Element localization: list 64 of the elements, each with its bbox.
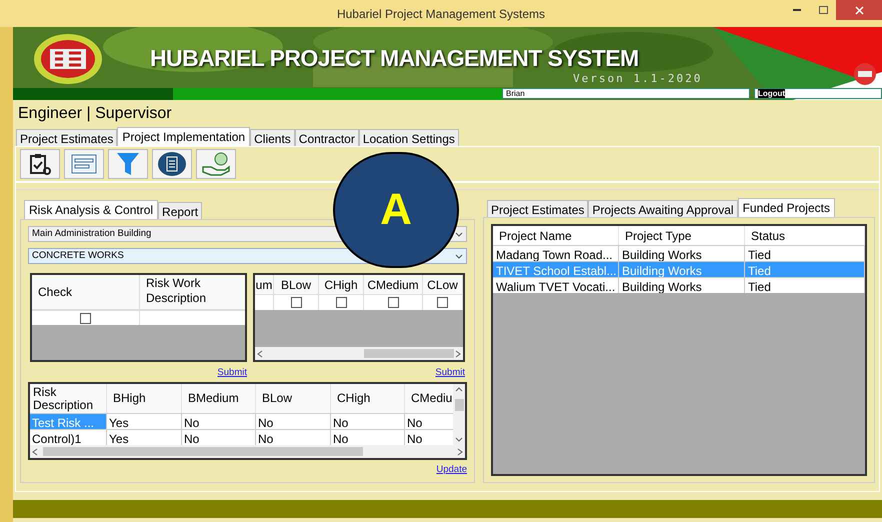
chevron-down-icon[interactable] [455, 232, 463, 236]
table-cell: Test Risk ... [30, 414, 107, 430]
scroll-left-icon[interactable] [32, 448, 38, 456]
scroll-up-icon[interactable] [455, 386, 463, 392]
chevron-down-icon[interactable] [455, 254, 463, 258]
clipboard-icon [28, 152, 52, 176]
column-header: BMedium [182, 384, 256, 414]
close-icon [854, 6, 864, 14]
table-row[interactable]: Test Risk ... Yes No No No No [30, 413, 453, 430]
table-cell: No [256, 414, 331, 430]
table-cell: No [182, 414, 256, 430]
table-cell: No [331, 414, 405, 430]
column-header: BLow [256, 384, 331, 414]
toolbar-button[interactable] [152, 149, 192, 179]
table-cell: Tied [745, 278, 865, 293]
tab[interactable]: Risk Analysis & Control [24, 200, 158, 219]
vertical-scrollbar[interactable] [453, 384, 465, 446]
money-hand-icon [201, 151, 231, 177]
scroll-down-icon[interactable] [455, 437, 463, 444]
user-field[interactable]: Brian [502, 88, 750, 99]
tab[interactable]: Report [158, 202, 202, 219]
scroll-right-icon[interactable] [457, 448, 463, 456]
minimize-icon [793, 8, 801, 12]
scroll-right-icon[interactable] [455, 350, 461, 358]
scroll-left-icon[interactable] [257, 350, 263, 358]
submit-link[interactable]: Submit [217, 366, 247, 380]
column-header: CHigh [331, 384, 405, 414]
role-label: Engineer | Supervisor [18, 104, 172, 124]
column-header: Risk Work Description [145, 275, 208, 307]
table-cell: Yes [107, 414, 182, 430]
table-cell: Walium TVET Vocati... [493, 278, 619, 293]
column-header: BHigh [107, 384, 182, 414]
banner-title: HUBARIEL PROJECT MANAGEMENT SYSTEM [150, 47, 639, 70]
tab[interactable]: Contractor [294, 129, 359, 146]
horizontal-scrollbar[interactable] [30, 445, 465, 458]
tab[interactable]: Project Estimates [16, 129, 118, 146]
tab[interactable]: Funded Projects [738, 198, 835, 217]
toolbar-button[interactable] [20, 149, 60, 179]
filter-icon [115, 151, 141, 177]
scroll-thumb[interactable] [454, 398, 464, 411]
tab[interactable]: Location Settings [358, 129, 459, 146]
checkbox[interactable] [290, 297, 302, 308]
column-header: Risk Description [30, 384, 107, 414]
logout-button[interactable]: Logout [754, 88, 882, 99]
checkbox[interactable] [336, 297, 346, 308]
document-icon [157, 151, 187, 177]
version-label: Verson 1.1-2020 [573, 73, 702, 84]
logo-icon [33, 33, 103, 85]
window-title: Hubariel Project Management Systems [336, 6, 546, 22]
horizontal-scrollbar[interactable] [255, 347, 463, 360]
tab[interactable]: Clients [250, 129, 295, 146]
checkbox[interactable] [388, 297, 398, 308]
tab[interactable]: Project Estimates [487, 200, 588, 217]
checkbox[interactable] [437, 297, 448, 308]
update-link[interactable]: Update [436, 463, 467, 478]
checkbox[interactable] [80, 312, 91, 324]
maximize-icon [818, 6, 828, 14]
close-button[interactable] [836, 0, 882, 20]
submit-link[interactable]: Submit [435, 366, 465, 380]
tab[interactable]: Project Implementation [117, 127, 250, 146]
form-icon [70, 152, 98, 176]
scroll-thumb[interactable] [364, 349, 454, 358]
tab[interactable]: Projects Awaiting Approval [588, 200, 738, 217]
scroll-thumb[interactable] [42, 447, 362, 456]
